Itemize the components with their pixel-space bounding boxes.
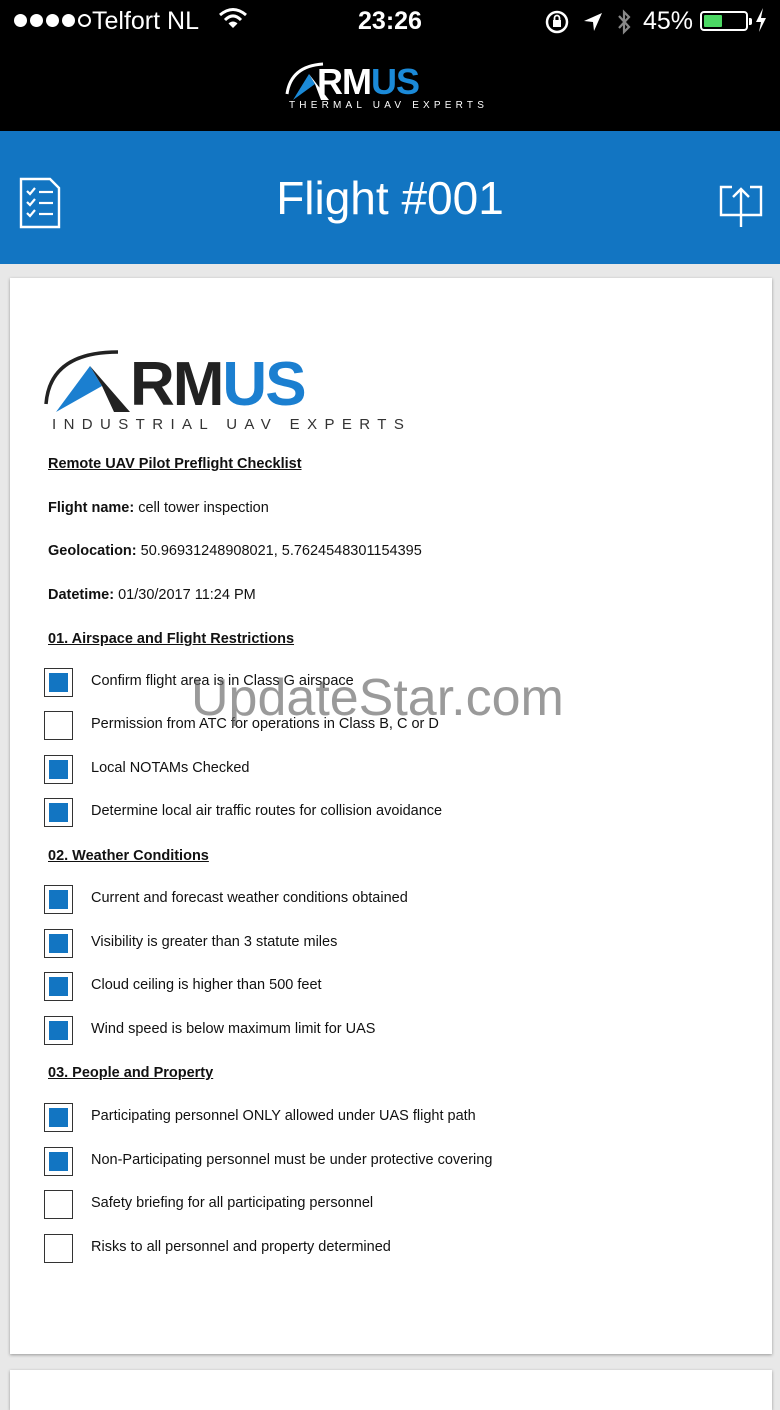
section-heading-airspace: 01. Airspace and Flight Restrictions xyxy=(48,631,295,647)
geolocation-label: Geolocation: xyxy=(48,543,137,559)
checkbox[interactable] xyxy=(44,972,73,1001)
checkbox[interactable] xyxy=(44,1147,73,1176)
header-logo-word: RMUS xyxy=(317,61,420,102)
checklist-item: Visibility is greater than 3 statute mil… xyxy=(44,929,744,959)
document-logo: RMUS INDUSTRIAL UAV EXPERTS xyxy=(44,348,424,438)
checkbox[interactable] xyxy=(44,755,73,784)
checklist-item-label: Wind speed is below maximum limit for UA… xyxy=(91,1021,376,1037)
checklist-item-label: Safety briefing for all participating pe… xyxy=(91,1195,374,1211)
checklist-document: RMUS INDUSTRIAL UAV EXPERTS Remote UAV P… xyxy=(10,278,772,1354)
checklist-item-label: Local NOTAMs Checked xyxy=(91,760,250,776)
checklist-item: Current and forecast weather conditions … xyxy=(44,885,744,915)
checkbox[interactable] xyxy=(44,798,73,827)
battery-percent: 45% xyxy=(643,7,694,35)
header-logo-tagline: THERMAL UAV EXPERTS xyxy=(289,100,489,111)
charging-icon xyxy=(754,7,768,40)
checklist-item: Cloud ceiling is higher than 500 feet xyxy=(44,972,744,1002)
checklist-item: Participating personnel ONLY allowed und… xyxy=(44,1103,744,1133)
document-title: Remote UAV Pilot Preflight Checklist xyxy=(48,456,302,472)
checklist-item: Local NOTAMs Checked xyxy=(44,755,744,785)
checkbox[interactable] xyxy=(44,885,73,914)
checklist-item-label: Permission from ATC for operations in Cl… xyxy=(91,716,439,732)
checkbox[interactable] xyxy=(44,668,73,697)
checklist-item-label: Confirm flight area is in Class G airspa… xyxy=(91,673,354,689)
checklist-item: Wind speed is below maximum limit for UA… xyxy=(44,1016,744,1046)
orientation-lock-icon xyxy=(544,9,570,42)
checklist-item-label: Determine local air traffic routes for c… xyxy=(91,803,443,819)
datetime-value: 01/30/2017 11:24 PM xyxy=(118,587,256,603)
checklist-item-label: Visibility is greater than 3 statute mil… xyxy=(91,934,338,950)
checklist-item: Determine local air traffic routes for c… xyxy=(44,798,744,828)
share-export-icon[interactable] xyxy=(718,175,764,231)
geolocation-value: 50.96931248908021, 5.7624548301154395 xyxy=(140,543,422,559)
document-logo-word: RMUS xyxy=(130,350,307,419)
checklist-item: Confirm flight area is in Class G airspa… xyxy=(44,668,744,698)
document-logo-tagline: INDUSTRIAL UAV EXPERTS xyxy=(52,416,412,433)
checkbox[interactable] xyxy=(44,929,73,958)
header-logo: RMUS THERMAL UAV EXPERTS xyxy=(283,60,493,114)
checklist-item-label: Non-Participating personnel must be unde… xyxy=(91,1152,493,1168)
section-heading-people: 03. People and Property xyxy=(48,1065,214,1081)
checkbox[interactable] xyxy=(44,1103,73,1132)
bluetooth-icon xyxy=(616,8,632,43)
top-header: Telfort NL 23:26 45% RMUS THERMAL UAV EX… xyxy=(0,0,780,131)
checklist-item: Risks to all personnel and property dete… xyxy=(44,1234,744,1264)
checklist-item: Safety briefing for all participating pe… xyxy=(44,1190,744,1220)
nav-bar: Flight #001 xyxy=(0,131,780,264)
geolocation-row: Geolocation: 50.96931248908021, 5.762454… xyxy=(48,543,422,559)
next-page-card xyxy=(10,1370,772,1410)
battery-icon xyxy=(700,11,752,31)
page-title: Flight #001 xyxy=(276,172,504,224)
checklist-item: Non-Participating personnel must be unde… xyxy=(44,1147,744,1177)
checkbox[interactable] xyxy=(44,1016,73,1045)
checkbox[interactable] xyxy=(44,1190,73,1219)
checklist-item: Permission from ATC for operations in Cl… xyxy=(44,711,744,741)
flight-name-value: cell tower inspection xyxy=(138,500,269,516)
location-icon xyxy=(582,11,604,40)
flight-name-label: Flight name: xyxy=(48,500,135,516)
checklist-item-label: Current and forecast weather conditions … xyxy=(91,890,408,906)
status-bar: Telfort NL 23:26 45% xyxy=(0,0,780,44)
checklist-item-label: Cloud ceiling is higher than 500 feet xyxy=(91,977,322,993)
section-heading-weather: 02. Weather Conditions xyxy=(48,848,209,864)
flight-name-row: Flight name: cell tower inspection xyxy=(48,500,269,516)
datetime-label: Datetime: xyxy=(48,587,115,603)
checkbox[interactable] xyxy=(44,1234,73,1263)
checklist-item-label: Participating personnel ONLY allowed und… xyxy=(91,1108,476,1124)
checkbox[interactable] xyxy=(44,711,73,740)
datetime-row: Datetime: 01/30/2017 11:24 PM xyxy=(48,587,256,603)
checklist-item-label: Risks to all personnel and property dete… xyxy=(91,1239,391,1255)
